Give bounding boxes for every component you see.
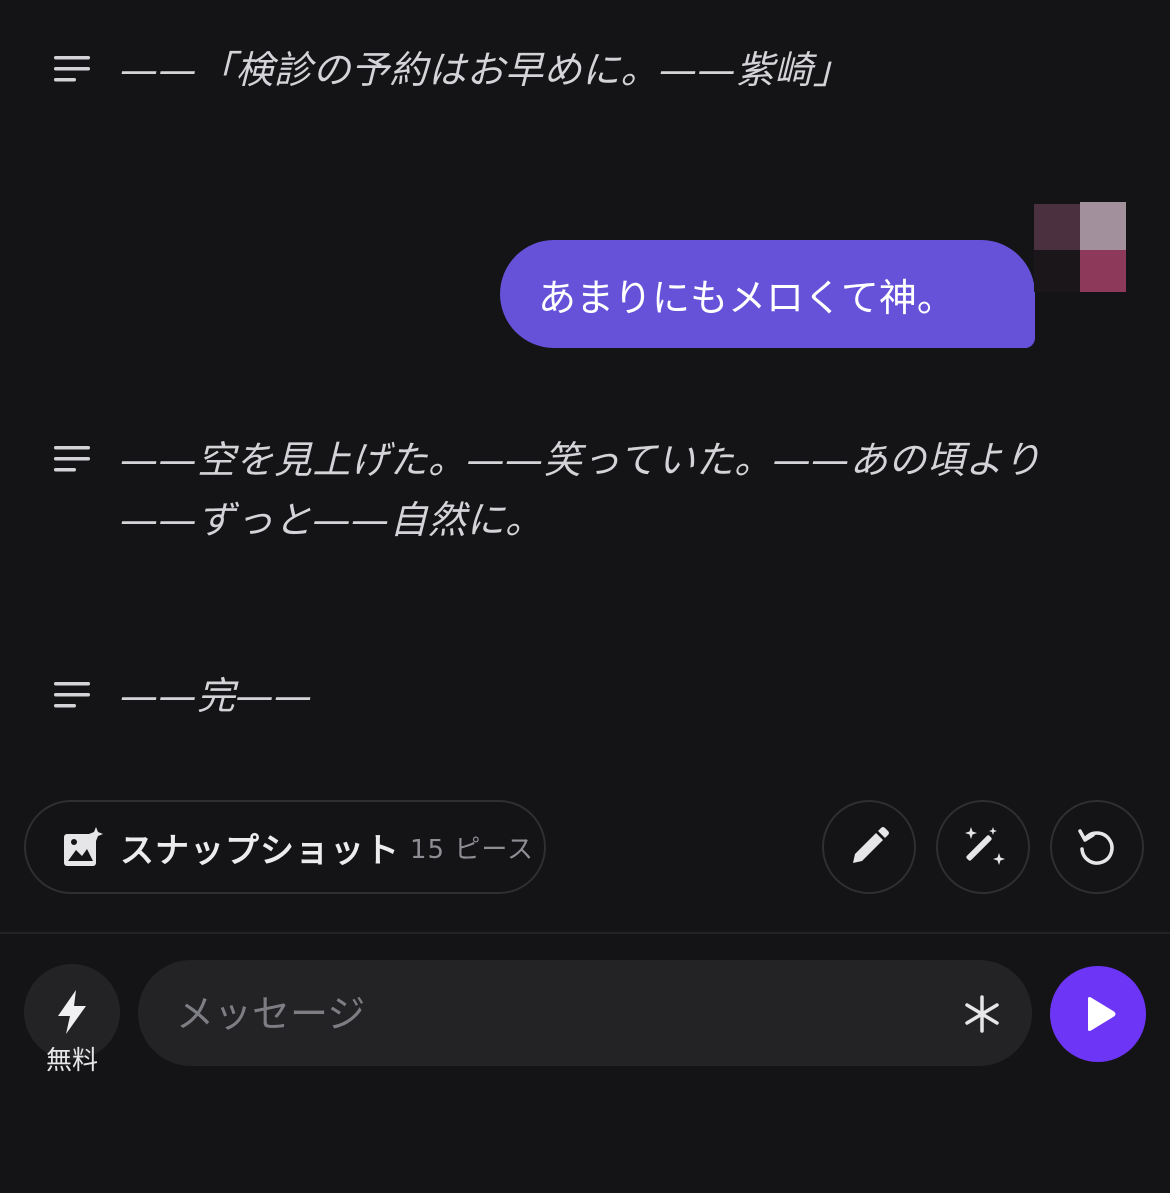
magic-wand-icon — [965, 827, 1005, 865]
narration-text: ——「検診の予約はお早めに。——紫崎」 — [120, 48, 852, 92]
text-lines-icon — [54, 56, 90, 82]
narration-message: ——空を見上げた。——笑っていた。——あの頃より——ずっと——自然に。 — [52, 430, 1110, 550]
lightning-icon — [58, 990, 86, 1034]
user-message-text: あまりにもメロくて神。 — [500, 240, 1035, 348]
message-input-container — [138, 960, 1032, 1068]
snapshot-button[interactable]: スナップショット 15 ピース — [24, 800, 546, 894]
image-sparkle-icon — [64, 827, 103, 866]
avatar[interactable] — [1034, 200, 1126, 294]
edit-button[interactable] — [822, 800, 916, 894]
snapshot-label: スナップショット — [120, 830, 400, 871]
asterisk-icon[interactable] — [962, 994, 1002, 1034]
text-lines-icon — [54, 446, 90, 472]
user-message: あまりにもメロくて神。 — [500, 240, 1035, 348]
narration-text: ——完—— — [120, 674, 313, 718]
narration-text: ——空を見上げた。——笑っていた。——あの頃より——ずっと——自然に。 — [120, 438, 1042, 542]
narration-message: ——「検診の予約はお早めに。——紫崎」 — [52, 40, 1110, 100]
text-lines-icon — [54, 682, 90, 708]
refresh-icon — [1078, 829, 1114, 865]
narration-message: ——完—— — [52, 666, 1110, 726]
message-input[interactable] — [174, 960, 918, 1068]
mode-label: 無料 — [45, 1046, 98, 1076]
pencil-icon — [853, 827, 889, 863]
magic-button[interactable] — [936, 800, 1030, 894]
snapshot-count: 15 ピース — [410, 834, 535, 865]
divider — [0, 932, 1170, 934]
send-button[interactable] — [1050, 966, 1146, 1062]
play-icon — [1088, 997, 1116, 1031]
regenerate-button[interactable] — [1050, 800, 1144, 894]
